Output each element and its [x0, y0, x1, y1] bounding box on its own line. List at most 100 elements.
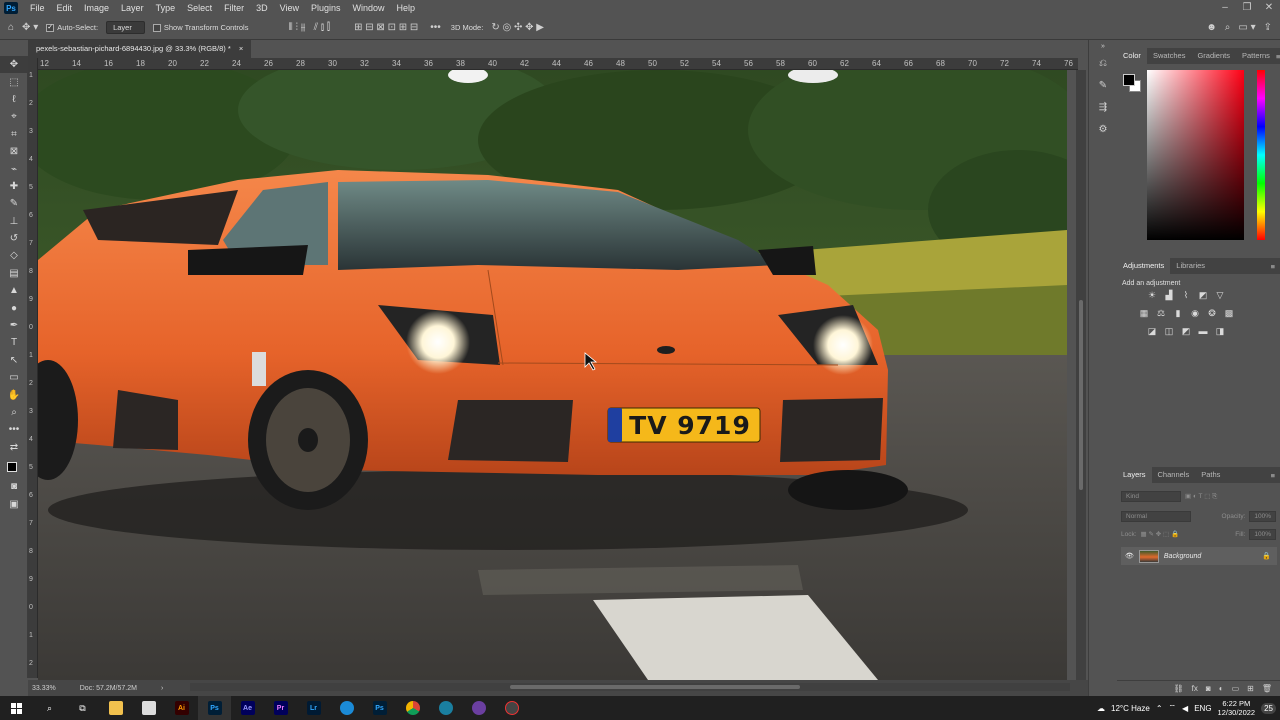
vertical-scrollbar[interactable] — [1076, 70, 1086, 680]
menu-help[interactable]: Help — [391, 3, 422, 13]
menu-view[interactable]: View — [274, 3, 305, 13]
status-arrow-icon[interactable]: › — [161, 685, 163, 692]
exposure-icon[interactable]: ◩ — [1196, 290, 1210, 301]
hand-tool-icon[interactable]: ✋ — [0, 386, 28, 403]
zoom-tool-icon[interactable]: ⌕ — [0, 404, 28, 421]
notification-badge[interactable]: 25 — [1261, 702, 1276, 714]
properties-panel-icon[interactable]: ⇶ — [1089, 96, 1117, 118]
object-select-tool-icon[interactable]: ⌖ — [0, 108, 28, 125]
move-tool-icon[interactable]: ✥ — [0, 56, 28, 74]
tab-paths[interactable]: Paths — [1195, 467, 1226, 483]
visibility-eye-icon[interactable]: 👁 — [1125, 552, 1134, 560]
app-icon-2[interactable] — [462, 696, 495, 720]
fill-input[interactable]: 100% — [1249, 528, 1276, 540]
channel-mixer-icon[interactable]: ❂ — [1205, 308, 1219, 319]
dodge-tool-icon[interactable]: ● — [0, 299, 28, 316]
document-tab[interactable]: pexels-sebastian-pichard-6894430.jpg @ 3… — [28, 40, 252, 58]
pen-tool-icon[interactable]: ✒ — [0, 317, 28, 334]
hue-slider[interactable] — [1257, 70, 1265, 240]
brush-settings-icon[interactable]: ✎ — [1089, 74, 1117, 96]
move-tool-icon[interactable]: ✥ ▾ — [22, 22, 38, 33]
tab-channels[interactable]: Channels — [1152, 467, 1196, 483]
color-balance-icon[interactable]: ⚖ — [1154, 308, 1168, 319]
photo-filter-icon[interactable]: ◉ — [1188, 308, 1202, 319]
adjust-panel-icon[interactable]: ⚙ — [1089, 118, 1117, 140]
quick-mask-icon[interactable]: ◙ — [0, 478, 28, 495]
tray-overflow-icon[interactable]: ⌃ — [1156, 704, 1163, 713]
blur-tool-icon[interactable]: ▲ — [0, 282, 28, 299]
brush-tool-icon[interactable]: ✎ — [0, 195, 28, 212]
layer-lock-icon[interactable]: 🔒 — [1262, 552, 1271, 560]
marquee-tool-icon[interactable]: ⬚ — [0, 73, 28, 90]
menu-plugins[interactable]: Plugins — [305, 3, 347, 13]
3d-mode-icons[interactable]: ↻ ◎ ✣ ✥ ▶ — [491, 22, 544, 33]
share-export-icon[interactable]: ⇪ — [1264, 22, 1272, 33]
lasso-tool-icon[interactable]: ℓ — [0, 91, 28, 108]
close-tab-icon[interactable]: × — [239, 40, 243, 58]
eraser-tool-icon[interactable]: ◇ — [0, 247, 28, 264]
menu-filter[interactable]: Filter — [218, 3, 250, 13]
menu-type[interactable]: Type — [150, 3, 182, 13]
menu-select[interactable]: Select — [181, 3, 218, 13]
black-white-icon[interactable]: ▮ — [1171, 308, 1185, 319]
file-explorer-icon[interactable] — [99, 696, 132, 720]
new-layer-icon[interactable]: ⊞ — [1247, 684, 1254, 693]
auto-select-checkbox[interactable]: ✓ — [46, 23, 55, 32]
close-window-icon[interactable]: ✕ — [1258, 0, 1280, 16]
store-icon[interactable] — [132, 696, 165, 720]
clone-stamp-tool-icon[interactable]: ⊥ — [0, 213, 28, 230]
history-brush-tool-icon[interactable]: ↺ — [0, 230, 28, 247]
panel-menu-icon[interactable]: ≡ — [1271, 471, 1280, 480]
tab-patterns[interactable]: Patterns — [1236, 48, 1276, 64]
more-options-icon[interactable]: ••• — [430, 22, 441, 33]
levels-icon[interactable]: ▟ — [1162, 290, 1176, 301]
auto-select-toggle[interactable]: ✓ Auto-Select: — [46, 23, 98, 32]
clock[interactable]: 6:22 PM 12/30/2022 — [1218, 699, 1256, 717]
brightness-icon[interactable]: ☀ — [1145, 290, 1159, 301]
zoom-level[interactable]: 33.33% — [32, 685, 56, 692]
collapse-panels-icon[interactable]: » — [1089, 40, 1117, 52]
premiere-icon[interactable]: Pr — [264, 696, 297, 720]
adjustment-layer-icon[interactable]: ◐ — [1219, 684, 1224, 693]
opacity-input[interactable]: 100% — [1249, 510, 1276, 522]
app-icon[interactable] — [429, 696, 462, 720]
layer-name[interactable]: Background — [1164, 553, 1201, 560]
link-layers-icon[interactable]: ⛓ — [1174, 684, 1184, 693]
illustrator-icon[interactable]: Ai — [165, 696, 198, 720]
gradient-tool-icon[interactable]: ▤ — [0, 265, 28, 282]
windows-start-icon[interactable] — [0, 696, 33, 720]
panel-menu-icon[interactable]: ≡ — [1271, 262, 1280, 271]
threshold-icon[interactable]: ◩ — [1179, 326, 1193, 337]
minimize-icon[interactable]: – — [1214, 0, 1236, 16]
lock-icons[interactable]: ▦ ✎ ✥ ⬚ 🔒 — [1141, 530, 1180, 538]
panel-menu-icon[interactable]: ≡ — [1276, 52, 1280, 61]
document-canvas[interactable]: TV 9719 — [38, 70, 1067, 680]
swap-colors-icon[interactable]: ⇄ — [0, 439, 28, 456]
task-view-icon[interactable]: ⧉ — [66, 696, 99, 720]
weather-text[interactable]: 12°C Haze — [1111, 704, 1150, 713]
posterize-icon[interactable]: ◫ — [1162, 326, 1176, 337]
tab-libraries[interactable]: Libraries — [1170, 258, 1211, 274]
menu-image[interactable]: Image — [78, 3, 115, 13]
weather-icon[interactable]: ☁ — [1097, 704, 1105, 713]
auto-select-target-dropdown[interactable]: Layer — [106, 21, 145, 34]
group-icon[interactable]: ▭ — [1232, 684, 1240, 693]
tab-color[interactable]: Color — [1117, 48, 1147, 64]
transform-controls-toggle[interactable]: Show Transform Controls — [152, 23, 248, 32]
tab-swatches[interactable]: Swatches — [1147, 48, 1192, 64]
crop-tool-icon[interactable]: ⌗ — [0, 126, 28, 143]
color-lookup-icon[interactable]: ▩ — [1222, 308, 1236, 319]
layer-filter-kind[interactable]: Kind — [1121, 490, 1181, 502]
eyedropper-tool-icon[interactable]: ⌁ — [0, 160, 28, 177]
edge-icon[interactable] — [330, 696, 363, 720]
layer-style-icon[interactable]: fx — [1192, 684, 1198, 693]
frame-tool-icon[interactable]: ⊠ — [0, 143, 28, 160]
tab-layers[interactable]: Layers — [1117, 467, 1152, 483]
share-icon[interactable]: ☻ — [1206, 22, 1217, 33]
wifi-icon[interactable]: ⌔ — [1169, 703, 1177, 713]
horizontal-scroll-thumb[interactable] — [510, 685, 800, 689]
search-icon[interactable]: ⌕ — [33, 696, 66, 720]
rectangle-tool-icon[interactable]: ▭ — [0, 369, 28, 386]
path-select-tool-icon[interactable]: ↖ — [0, 352, 28, 369]
invert-icon[interactable]: ◪ — [1145, 326, 1159, 337]
